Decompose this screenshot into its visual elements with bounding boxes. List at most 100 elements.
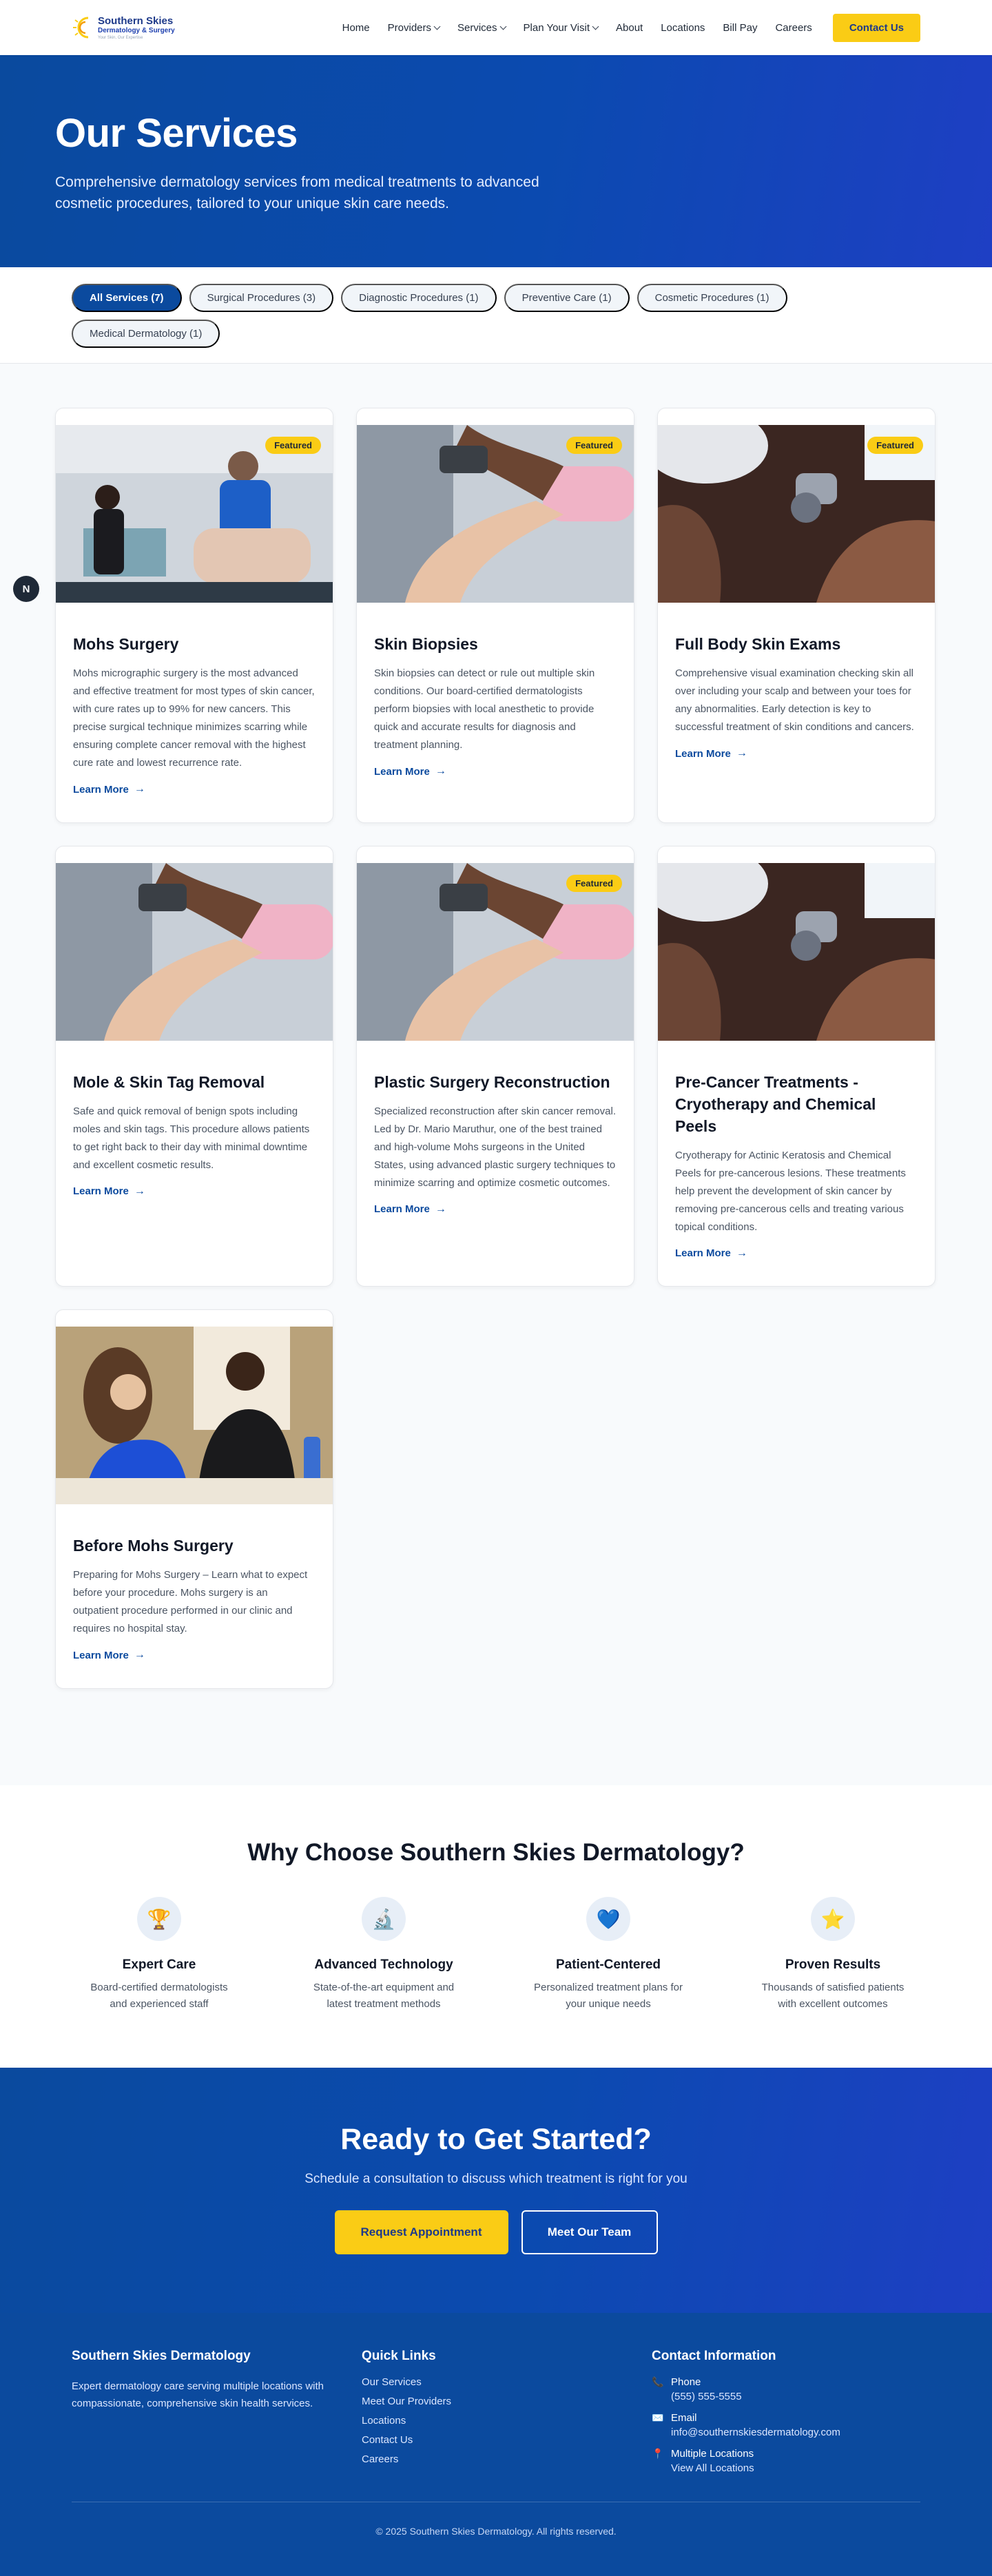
floating-n-button[interactable]: N [13, 576, 39, 602]
learn-more-link[interactable]: Learn More → [73, 1185, 145, 1198]
site-logo[interactable]: Southern Skies Dermatology & Surgery You… [72, 14, 175, 41]
learn-more-label: Learn More [73, 1649, 129, 1661]
service-card[interactable]: Featured Mohs Surgery Mohs micrographic su… [55, 408, 333, 823]
features-list: 🏆 Expert Care Board-certified dermatologis… [55, 1897, 937, 2013]
learn-more-link[interactable]: Learn More → [675, 1247, 747, 1260]
featured-badge: Featured [566, 437, 622, 454]
services-section: N Featured Mohs Surgery Mohs micrographic … [0, 364, 992, 1785]
learn-more-link[interactable]: Learn More → [675, 747, 747, 760]
feature-item: 🔬 Advanced Technology State-of-the-art equ… [280, 1897, 488, 2013]
service-filters: All Services (7) Surgical Procedures (3)… [0, 267, 992, 364]
filter-medical-dermatology[interactable]: Medical Dermatology (1) [72, 320, 220, 348]
learn-more-label: Learn More [73, 783, 129, 796]
contact-value: (555) 555-5555 [671, 2391, 742, 2402]
nav-plan-your-visit[interactable]: Plan Your Visit [523, 21, 599, 34]
footer-link[interactable]: Meet Our Providers [362, 2396, 652, 2407]
nav-careers[interactable]: Careers [775, 22, 812, 34]
footer-brand-desc: Expert dermatology care serving multiple… [72, 2380, 324, 2409]
filter-surgical-procedures[interactable]: Surgical Procedures (3) [189, 284, 334, 312]
service-card[interactable]: Featured Skin Biopsies Skin biopsies can d… [356, 408, 634, 823]
service-image: Featured [357, 425, 634, 603]
footer-link[interactable]: Our Services [362, 2376, 652, 2388]
footer-brand: Southern Skies Dermatology Expert dermat… [72, 2349, 362, 2474]
service-description: Cryotherapy for Actinic Keratosis and Ch… [675, 1149, 906, 1233]
learn-more-link[interactable]: Learn More → [73, 1649, 145, 1661]
filter-preventive-care[interactable]: Preventive Care (1) [504, 284, 630, 312]
service-card[interactable]: Pre-Cancer Treatments - Cryotherapy and … [657, 845, 936, 1287]
featured-badge: Featured [265, 437, 321, 454]
chevron-down-icon [592, 23, 599, 30]
nav-bill-pay[interactable]: Bill Pay [723, 22, 757, 34]
site-header: Southern Skies Dermatology & Surgery You… [0, 0, 992, 55]
location-pin-icon: 📍 [652, 2448, 664, 2459]
meet-our-team-button[interactable]: Meet Our Team [521, 2210, 658, 2254]
nav-services[interactable]: Services [457, 22, 506, 34]
contact-item: 📞 Phone (555) 555-5555 [652, 2376, 920, 2402]
cta-subtitle: Schedule a consultation to discuss which… [304, 2172, 688, 2186]
feature-desc: Thousands of satisfied patients with exc… [761, 1982, 905, 2010]
service-image: Featured [357, 862, 634, 1041]
footer-brand-title: Southern Skies Dermatology [72, 2349, 251, 2363]
footer-link[interactable]: Locations [362, 2415, 652, 2427]
footer-quick-links: Quick Links Our Services Meet Our Provide… [362, 2349, 652, 2474]
service-image [658, 862, 935, 1041]
learn-more-link[interactable]: Learn More → [374, 1203, 446, 1216]
service-description: Specialized reconstruction after skin ca… [374, 1105, 616, 1189]
contact-us-button[interactable]: Contact Us [832, 13, 920, 42]
footer-link[interactable]: Contact Us [362, 2434, 652, 2446]
nav-label: Bill Pay [723, 21, 758, 34]
learn-more-link[interactable]: Learn More → [73, 783, 145, 796]
arrow-right-icon: → [134, 1185, 145, 1197]
featured-badge: Featured [867, 437, 923, 454]
site-footer: Southern Skies Dermatology Expert dermat… [0, 2313, 992, 2576]
service-card[interactable]: Mole & Skin Tag Removal Safe and quick re… [55, 845, 333, 1287]
nav-label: Plan Your Visit [523, 21, 590, 34]
learn-more-link[interactable]: Learn More → [374, 765, 446, 778]
filter-all-services[interactable]: All Services (7) [72, 284, 182, 312]
learn-more-label: Learn More [73, 1185, 129, 1197]
why-title: Why Choose Southern Skies Dermatology? [247, 1839, 745, 1866]
feature-title: Proven Results [785, 1957, 881, 1972]
service-title: Full Body Skin Exams [675, 635, 841, 653]
service-title: Pre-Cancer Treatments - Cryotherapy and … [675, 1072, 876, 1135]
footer-contact: Contact Information 📞 Phone (555) 555-5555… [652, 2349, 920, 2474]
service-image: Featured [658, 425, 935, 603]
contact-value[interactable]: info@southernskiesdermatology.com [671, 2427, 840, 2438]
learn-more-label: Learn More [374, 765, 430, 778]
contact-label: Phone [671, 2376, 701, 2388]
main-nav: Home Providers Services Plan Your Visit … [342, 13, 920, 42]
learn-more-label: Learn More [374, 1203, 430, 1215]
feature-item: ⭐ Proven Results Thousands of satisfied pa… [729, 1897, 937, 2013]
contact-item: ✉️ Email info@southernskiesdermatology.com [652, 2412, 920, 2438]
service-title: Before Mohs Surgery [73, 1537, 234, 1555]
heart-icon: 💙 [586, 1897, 630, 1941]
cta-buttons: Request Appointment Meet Our Team [0, 2210, 992, 2254]
cta-section: Ready to Get Started? Schedule a consult… [0, 2068, 992, 2313]
nav-providers[interactable]: Providers [388, 22, 441, 34]
arrow-right-icon: → [736, 1247, 747, 1259]
logo-tagline: Your Skin, Our Expertise [98, 35, 143, 40]
learn-more-label: Learn More [675, 747, 731, 760]
services-grid: Featured Mohs Surgery Mohs micrographic su… [55, 408, 937, 1712]
contact-item: 📍 Multiple Locations View All Locations [652, 2448, 920, 2474]
sun-logo-icon [72, 14, 94, 41]
nav-locations[interactable]: Locations [661, 22, 705, 34]
request-appointment-button[interactable]: Request Appointment [334, 2210, 508, 2254]
feature-item: 🏆 Expert Care Board-certified dermatologis… [55, 1897, 263, 2013]
service-description: Preparing for Mohs Surgery – Learn what … [73, 1569, 308, 1634]
logo-subtitle: Dermatology & Surgery [98, 26, 175, 34]
logo-name: Southern Skies [98, 14, 174, 27]
page-title: Our Services [55, 111, 298, 156]
contact-value[interactable]: View All Locations [671, 2462, 754, 2474]
nav-about[interactable]: About [616, 22, 643, 34]
footer-link[interactable]: Careers [362, 2453, 652, 2465]
service-description: Skin biopsies can detect or rule out mul… [374, 667, 595, 751]
service-card[interactable]: Before Mohs Surgery Preparing for Mohs Su… [55, 1309, 333, 1689]
nav-label: About [616, 21, 643, 34]
filter-cosmetic-procedures[interactable]: Cosmetic Procedures (1) [637, 284, 787, 312]
nav-home[interactable]: Home [342, 22, 370, 34]
service-card[interactable]: Featured Plastic Surgery Reconstruction Sp… [356, 845, 634, 1287]
service-card[interactable]: Featured Full Body Skin Exams Comprehensiv… [657, 408, 936, 823]
filter-diagnostic-procedures[interactable]: Diagnostic Procedures (1) [341, 284, 497, 312]
email-icon: ✉️ [652, 2412, 664, 2423]
